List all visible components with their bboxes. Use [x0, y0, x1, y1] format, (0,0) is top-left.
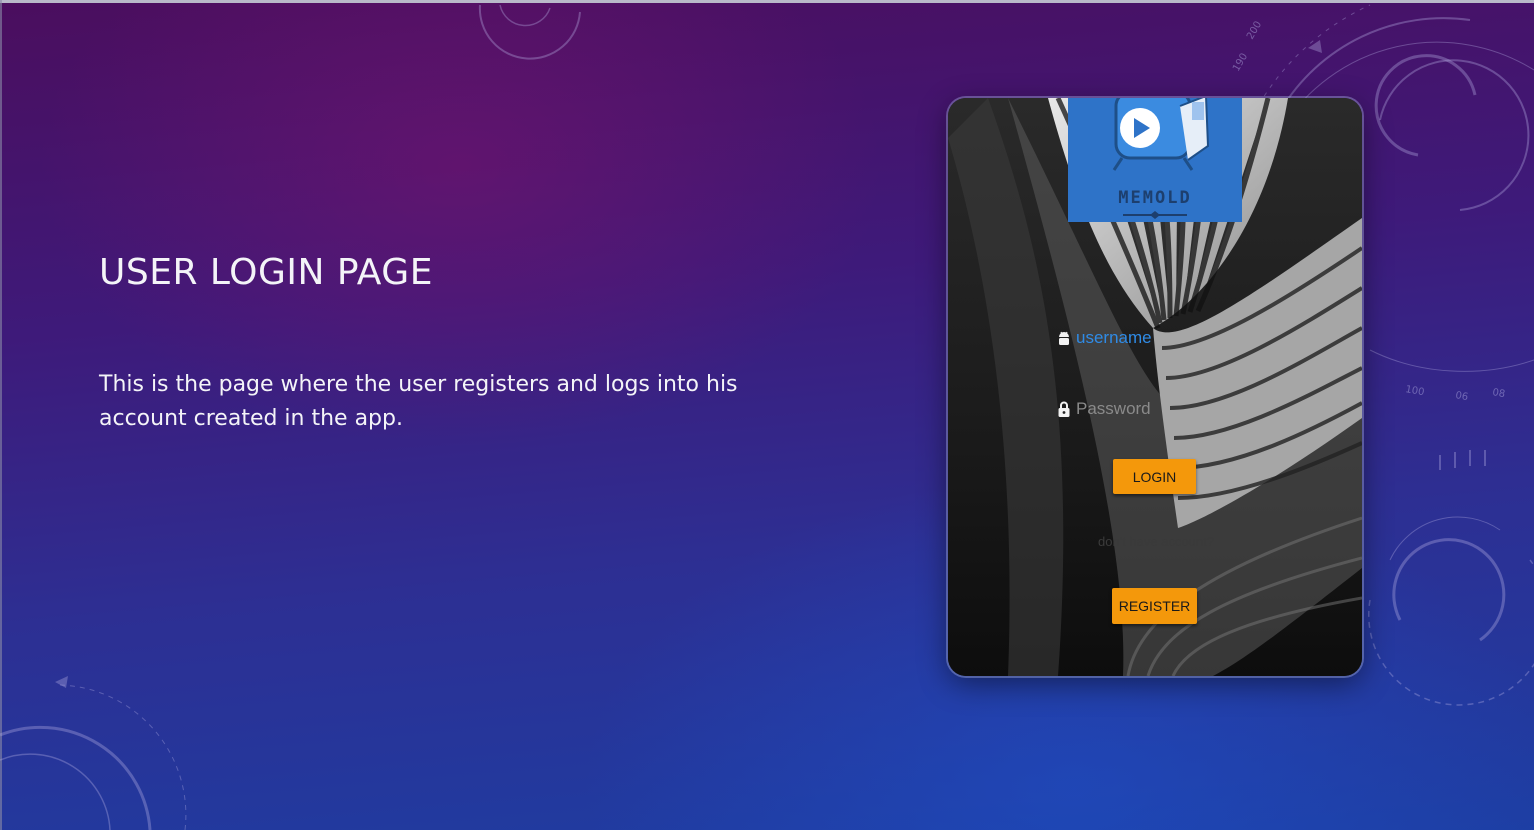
- register-button[interactable]: REGISTER: [1112, 588, 1197, 624]
- slide-body-text: This is the page where the user register…: [99, 372, 738, 431]
- logo-text: MEMOLD: [1118, 188, 1192, 208]
- slide-left-border: [0, 0, 2, 830]
- dial-number: 100: [1404, 384, 1425, 398]
- dial-number: 190: [1231, 51, 1250, 73]
- slide-title: USER LOGIN PAGE: [99, 252, 433, 293]
- dial-number: 06: [1454, 390, 1468, 403]
- no-account-text: don't have account?: [1098, 534, 1214, 549]
- username-field[interactable]: [1056, 324, 1256, 352]
- password-input[interactable]: [1076, 399, 1246, 419]
- slide-top-border: [0, 0, 1534, 3]
- username-input[interactable]: [1076, 328, 1246, 348]
- app-logo: MEMOLD: [1068, 98, 1242, 222]
- android-icon: [1056, 329, 1072, 347]
- app-screenshot: MEMOLD LOGIN don't have account? REGISTE: [948, 98, 1362, 676]
- tv-play-icon: [1112, 98, 1210, 171]
- logo-underline-icon: [1123, 211, 1187, 219]
- dial-number: 200: [1245, 19, 1264, 41]
- password-field[interactable]: [1056, 395, 1256, 423]
- login-button[interactable]: LOGIN: [1113, 459, 1196, 494]
- dial-number: 08: [1491, 387, 1505, 400]
- lock-icon: [1056, 400, 1072, 418]
